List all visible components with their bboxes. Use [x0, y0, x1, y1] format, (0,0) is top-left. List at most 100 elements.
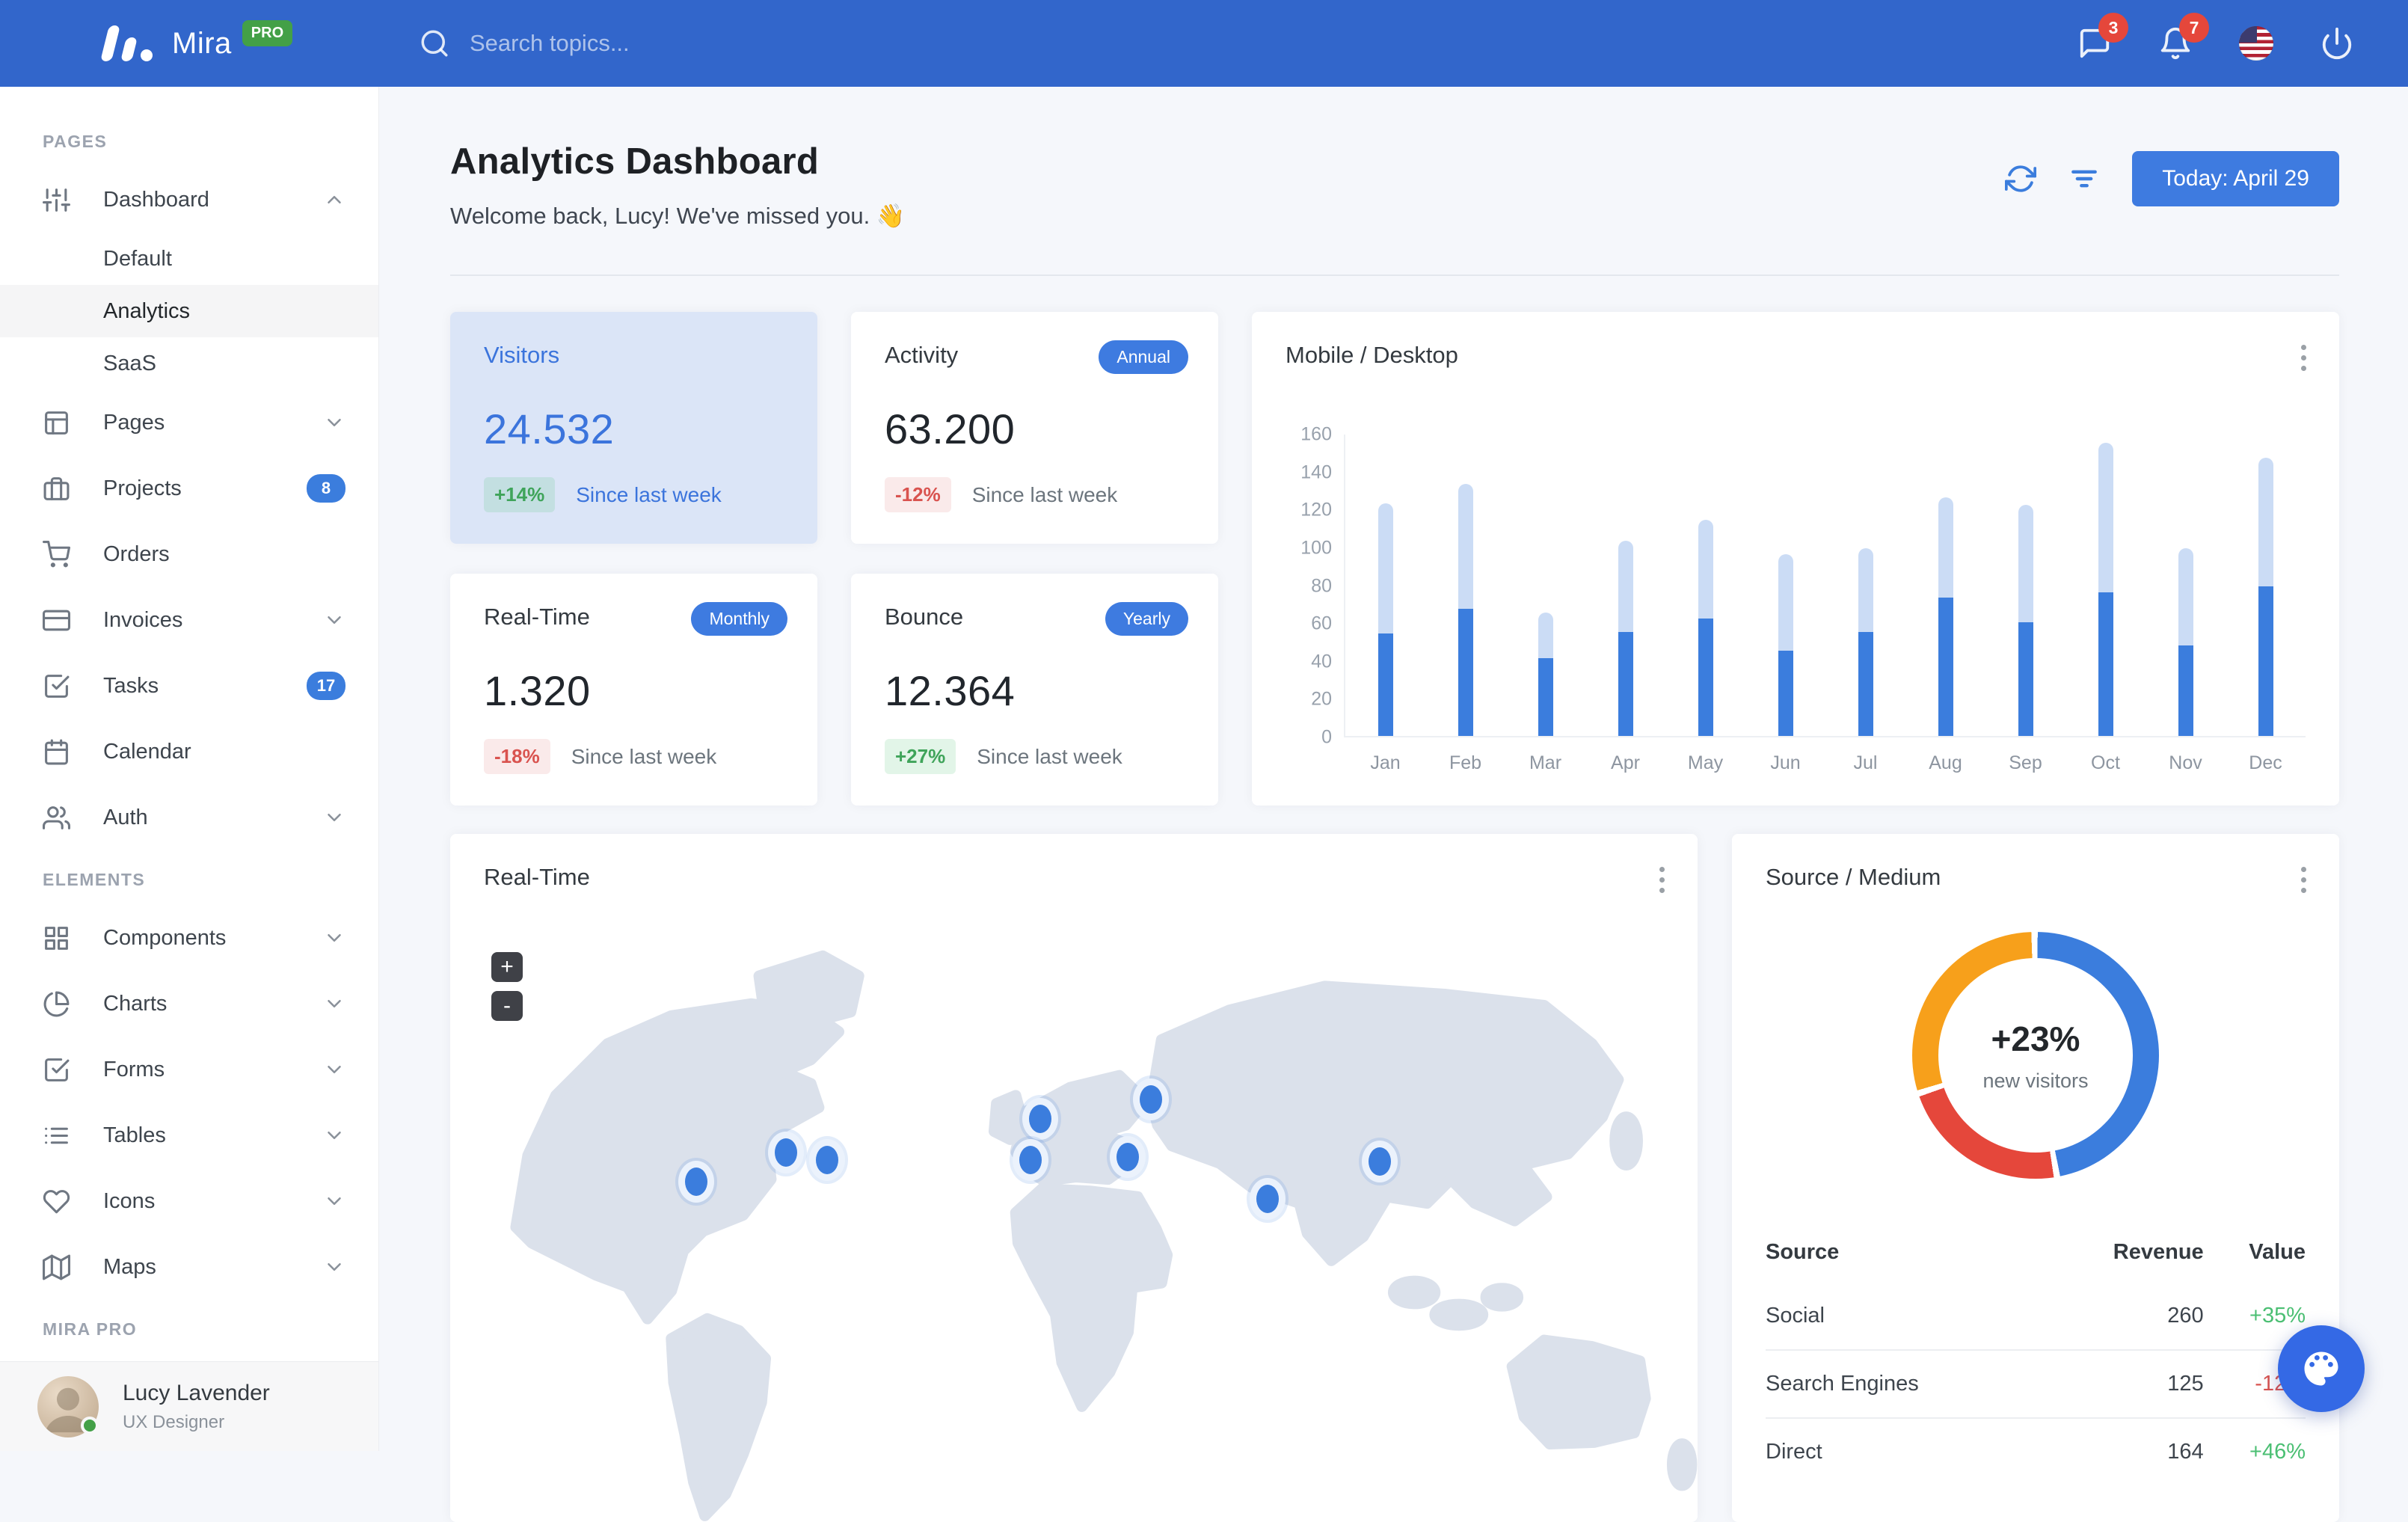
bar-sep[interactable] — [1985, 435, 2065, 736]
sidebar-item-pages[interactable]: Pages — [0, 390, 378, 455]
card-menu-button[interactable] — [2301, 345, 2306, 371]
main-content: Analytics Dashboard Welcome back, Lucy! … — [379, 87, 2408, 1451]
bar-mar[interactable] — [1505, 435, 1585, 736]
sidebar-item-dashboard[interactable]: Dashboard — [0, 167, 378, 233]
bar-feb[interactable] — [1425, 435, 1505, 736]
sidebar-item-tasks[interactable]: Tasks17 — [0, 653, 378, 719]
grid-icon — [43, 924, 70, 952]
bar-nov[interactable] — [2146, 435, 2226, 736]
sidebar-section-header: PAGES — [0, 112, 378, 167]
desktop-segment — [1778, 554, 1793, 651]
sidebar-item-dashboard-analytics[interactable]: Analytics — [0, 285, 378, 337]
bar-may[interactable] — [1665, 435, 1745, 736]
desktop-segment — [1618, 541, 1633, 632]
sidebar-item-label: Tables — [103, 1123, 166, 1148]
sidebar-item-auth[interactable]: Auth — [0, 785, 378, 850]
sidebar-item-projects[interactable]: Projects8 — [0, 455, 378, 521]
notifications-button[interactable]: 7 — [2158, 26, 2193, 61]
check-square-icon — [43, 1056, 70, 1084]
page-title: Analytics Dashboard — [450, 141, 905, 182]
sidebar-item-components[interactable]: Components — [0, 905, 378, 971]
refresh-icon — [2005, 163, 2036, 194]
stat-card-activity: Activity Annual 63.200 -12% Since last w… — [851, 312, 1218, 544]
period-pill[interactable]: Yearly — [1105, 602, 1188, 636]
map-marker-san-francisco[interactable] — [678, 1161, 714, 1203]
mobile-segment — [1538, 658, 1553, 736]
sidebar-item-icons[interactable]: Icons — [0, 1168, 378, 1234]
world-map[interactable]: + - — [450, 916, 1698, 1522]
chevron-down-icon — [323, 411, 345, 434]
delta-badge: -12% — [885, 477, 951, 512]
credit-card-icon — [43, 607, 70, 634]
bar-oct[interactable] — [2065, 435, 2146, 736]
y-tick-label: 0 — [1321, 727, 1332, 749]
sidebar-item-orders[interactable]: Orders — [0, 521, 378, 587]
sidebar-item-calendar[interactable]: Calendar — [0, 719, 378, 785]
card-menu-button[interactable] — [1659, 867, 1665, 893]
map-marker-istanbul[interactable] — [1110, 1136, 1146, 1178]
map-zoom-in-button[interactable]: + — [491, 952, 523, 982]
notifications-count-badge: 7 — [2179, 13, 2209, 43]
cart-icon — [43, 541, 70, 568]
sidebar-item-dashboard-default[interactable]: Default — [0, 233, 378, 285]
sidebar-item-invoices[interactable]: Invoices — [0, 587, 378, 653]
desktop-segment — [2018, 505, 2033, 622]
sign-out-button[interactable] — [2320, 26, 2354, 61]
chevron-down-icon — [323, 1124, 345, 1147]
search-input[interactable] — [470, 30, 948, 57]
sidebar-item-charts[interactable]: Charts — [0, 971, 378, 1037]
bar-dec[interactable] — [2226, 435, 2306, 736]
desktop-segment — [1858, 548, 1873, 631]
map-marker-delhi[interactable] — [1250, 1178, 1286, 1220]
map-marker-new-york[interactable] — [809, 1139, 845, 1181]
bar-jun[interactable] — [1745, 435, 1825, 736]
revenue-cell: 260 — [2041, 1283, 2203, 1350]
sidebar-item-tables[interactable]: Tables — [0, 1102, 378, 1168]
x-tick-label: Apr — [1585, 752, 1665, 774]
sidebar-item-dashboard-saas[interactable]: SaaS — [0, 337, 378, 390]
stat-value: 1.320 — [484, 666, 784, 715]
bar-aug[interactable] — [1905, 435, 1985, 736]
theme-settings-button[interactable] — [2278, 1325, 2365, 1412]
stat-title: Visitors — [484, 342, 784, 369]
desktop-segment — [2178, 548, 2193, 645]
bar-apr[interactable] — [1585, 435, 1665, 736]
sidebar-user[interactable]: Lucy Lavender UX Designer — [0, 1361, 378, 1451]
x-axis-labels: JanFebMarAprMayJunJulAugSepOctNovDec — [1345, 752, 2306, 774]
date-range-button[interactable]: Today: April 29 — [2132, 151, 2339, 206]
language-flag-us-icon[interactable] — [2239, 26, 2273, 61]
brand[interactable]: Mira PRO — [0, 25, 329, 61]
map-marker-chicago[interactable] — [768, 1132, 804, 1173]
map-zoom-out-button[interactable]: - — [491, 991, 523, 1021]
y-tick-label: 160 — [1300, 424, 1332, 446]
card-menu-button[interactable] — [2301, 867, 2306, 893]
map-marker-beijing[interactable] — [1362, 1141, 1398, 1182]
desktop-segment — [1938, 497, 1953, 598]
x-tick-label: Mar — [1505, 752, 1585, 774]
sidebar: PAGESDashboardDefaultAnalyticsSaaSPagesP… — [0, 87, 379, 1451]
period-pill[interactable]: Monthly — [691, 602, 787, 636]
col-revenue: Revenue — [2041, 1222, 2203, 1283]
layout-icon — [43, 409, 70, 437]
users-icon — [43, 804, 70, 832]
filter-button[interactable] — [2068, 162, 2101, 195]
mobile-segment — [1458, 609, 1473, 736]
chevron-down-icon — [323, 1058, 345, 1081]
calendar-icon — [43, 738, 70, 766]
sidebar-item-maps[interactable]: Maps — [0, 1234, 378, 1300]
mobile-segment — [1618, 632, 1633, 736]
bar-jul[interactable] — [1825, 435, 1905, 736]
sidebar-item-label: Components — [103, 926, 226, 951]
brand-name: Mira — [172, 27, 232, 61]
map-marker-moscow[interactable] — [1133, 1078, 1169, 1120]
chevron-down-icon — [323, 927, 345, 949]
map-marker-madrid[interactable] — [1013, 1139, 1048, 1181]
x-tick-label: Jun — [1745, 752, 1825, 774]
period-pill[interactable]: Annual — [1099, 340, 1188, 374]
map-marker-london[interactable] — [1022, 1098, 1058, 1140]
messages-button[interactable]: 3 — [2077, 26, 2112, 61]
sidebar-item-forms[interactable]: Forms — [0, 1037, 378, 1102]
refresh-button[interactable] — [2005, 163, 2036, 194]
bar-jan[interactable] — [1345, 435, 1425, 736]
power-icon — [2320, 26, 2354, 61]
